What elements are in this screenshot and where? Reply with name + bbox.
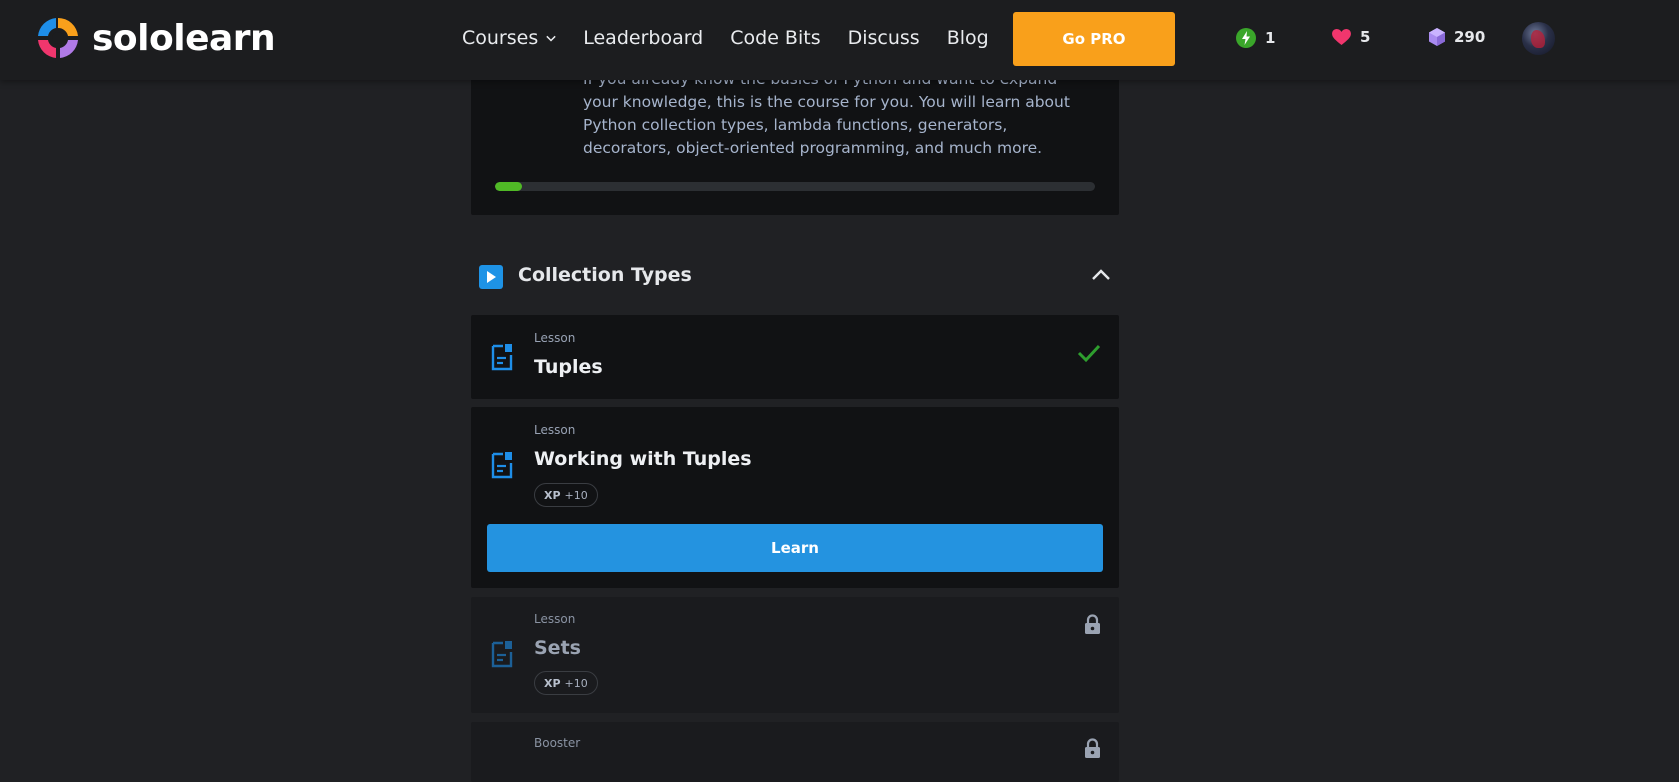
nav-discuss[interactable]: Discuss [848, 27, 920, 49]
gems-counter[interactable]: 290 [1429, 28, 1485, 46]
module-header[interactable]: Collection Types [471, 262, 1119, 292]
lesson-title: Sets [534, 637, 581, 659]
learn-button[interactable]: Learn [487, 524, 1103, 572]
course-info-card: If you already know the basics of Python… [471, 60, 1119, 215]
nav-courses[interactable]: Courses [462, 27, 556, 49]
gems-value: 290 [1454, 28, 1486, 46]
heart-icon [1332, 28, 1351, 46]
lesson-title: Tuples [534, 356, 603, 378]
lesson-title: Working with Tuples [534, 448, 752, 470]
xp-label: XP [544, 676, 561, 690]
main-nav: Courses Leaderboard Code Bits Discuss Bl… [462, 27, 1016, 49]
xp-badge: XP +10 [534, 483, 598, 507]
xp-badge: XP +10 [534, 671, 598, 695]
document-icon [491, 641, 513, 668]
lesson-card-tuples[interactable]: Lesson Tuples [471, 315, 1119, 399]
lesson-card-booster: Booster [471, 722, 1119, 782]
top-navigation-bar: sololearn Courses Leaderboard Code Bits … [0, 0, 1679, 80]
document-icon [491, 452, 513, 479]
hearts-value: 5 [1360, 28, 1371, 46]
nav-code-bits[interactable]: Code Bits [730, 27, 820, 49]
course-progress-fill [495, 182, 522, 191]
course-description: If you already know the basics of Python… [583, 70, 1070, 157]
course-progress-bar [495, 182, 1095, 191]
streak-value: 1 [1265, 29, 1276, 47]
chevron-down-icon [546, 35, 556, 42]
xp-value: +10 [564, 676, 588, 690]
play-icon [479, 265, 503, 289]
user-avatar[interactable] [1522, 22, 1555, 55]
lesson-card-working-with-tuples: Lesson Working with Tuples XP +10 Learn [471, 407, 1119, 588]
lesson-kind: Lesson [534, 331, 576, 345]
lock-icon [1085, 614, 1100, 634]
chevron-up-icon[interactable] [1091, 268, 1111, 282]
lesson-kind: Booster [534, 736, 581, 750]
gem-icon [1429, 28, 1445, 46]
xp-label: XP [544, 488, 561, 502]
hearts-counter[interactable]: 5 [1332, 28, 1370, 46]
nav-courses-label: Courses [462, 27, 539, 49]
lightning-icon [1236, 28, 1256, 48]
module-title: Collection Types [518, 264, 692, 286]
nav-blog[interactable]: Blog [947, 27, 989, 49]
nav-leaderboard[interactable]: Leaderboard [583, 27, 703, 49]
checkmark-icon [1077, 344, 1101, 363]
go-pro-button[interactable]: Go PRO [1013, 12, 1175, 66]
document-icon [491, 344, 513, 371]
lesson-kind: Lesson [534, 423, 576, 437]
lesson-kind: Lesson [534, 612, 576, 626]
sololearn-logo[interactable]: sololearn [34, 14, 276, 62]
lock-icon [1085, 738, 1100, 758]
sololearn-logo-icon [38, 17, 78, 58]
lesson-card-sets: Lesson Sets XP +10 [471, 597, 1119, 713]
xp-value: +10 [564, 488, 588, 502]
brand-name: sololearn [92, 17, 276, 59]
streak-counter[interactable]: 1 [1236, 28, 1275, 48]
